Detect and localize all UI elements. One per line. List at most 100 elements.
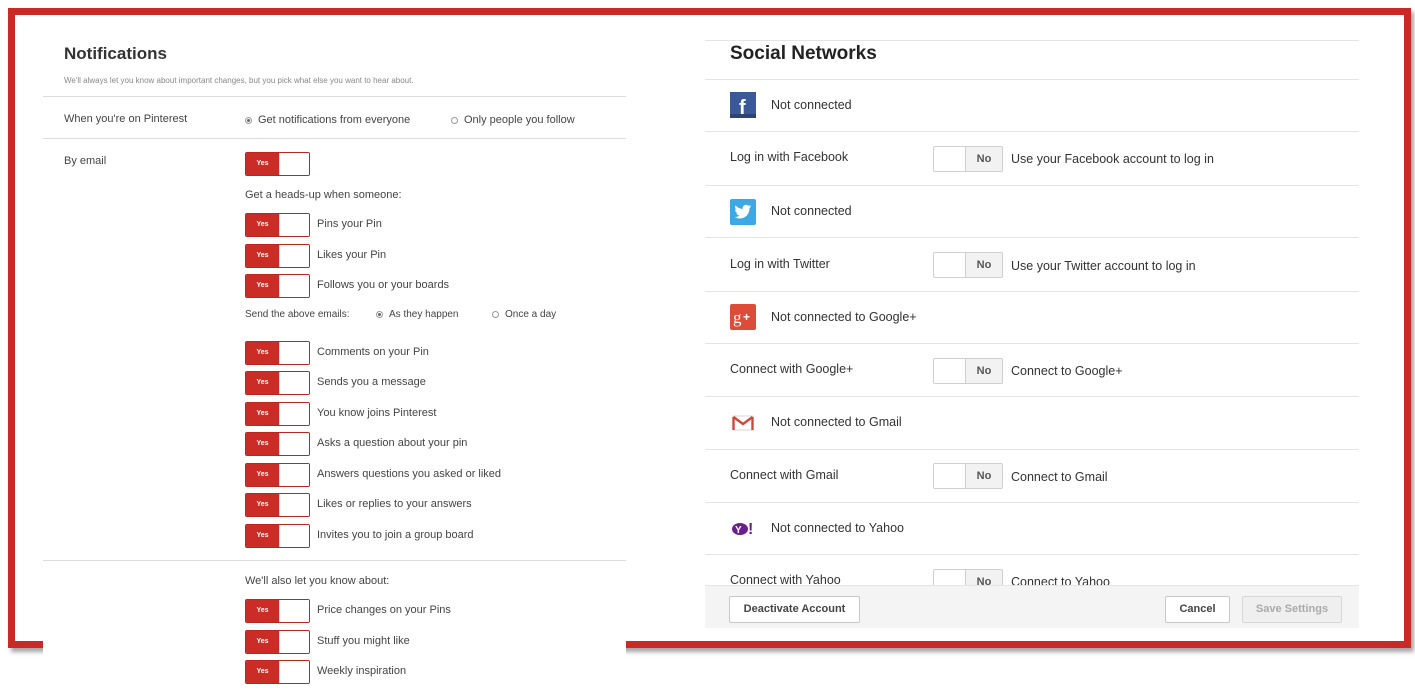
radio-people-you-follow[interactable]: Only people you follow — [451, 114, 575, 126]
divider — [705, 237, 1359, 238]
gmail-connect-toggle[interactable]: No — [933, 463, 1003, 489]
settings-footer: Deactivate Account Cancel Save Settings — [705, 585, 1359, 628]
deactivate-account-button[interactable]: Deactivate Account — [729, 596, 860, 623]
toggle-knob — [279, 600, 309, 622]
divider — [705, 40, 1359, 41]
toggle-knob — [934, 147, 966, 171]
svg-text:Y: Y — [735, 525, 742, 536]
svg-text:g: g — [733, 308, 742, 327]
toggle-yes-label: Yes — [246, 245, 279, 267]
radio-once-a-day[interactable]: Once a day — [492, 309, 556, 320]
option-label: Follows you or your boards — [317, 279, 450, 291]
twitter-status: Not connected — [771, 204, 852, 218]
toggle-knob — [279, 433, 309, 455]
divider — [705, 343, 1359, 344]
radio-selected-icon — [245, 116, 252, 124]
yahoo-icon: Y! — [730, 515, 756, 541]
divider — [705, 502, 1359, 503]
toggle-yes-label: Yes — [246, 464, 279, 486]
facebook-login-label: Log in with Facebook — [730, 150, 849, 164]
toggle-invites-group-board[interactable]: Yes — [245, 524, 310, 548]
toggle-asks-a-question[interactable]: Yes — [245, 432, 310, 456]
heads-up-heading: Get a heads-up when someone: — [245, 189, 402, 201]
by-email-toggle[interactable]: Yes — [245, 152, 310, 176]
radio-everyone[interactable]: Get notifications from everyone — [245, 114, 410, 126]
toggle-comments-on-your-pin[interactable]: Yes — [245, 341, 310, 365]
radio-unselected-icon — [451, 116, 458, 124]
toggle-knob — [279, 275, 309, 297]
radio-as-they-happen-label: As they happen — [389, 309, 459, 320]
toggle-weekly-inspiration[interactable]: Yes — [245, 660, 310, 684]
toggle-no-label: No — [976, 153, 992, 165]
toggle-yes-label: Yes — [246, 153, 279, 175]
cancel-button[interactable]: Cancel — [1165, 596, 1230, 623]
toggle-follows-you[interactable]: Yes — [245, 274, 310, 298]
divider — [705, 131, 1359, 132]
social-networks-panel: Social Networks f Not connected Log in w… — [705, 40, 1359, 628]
google-plus-status: Not connected to Google+ — [771, 310, 917, 324]
option-label: Invites you to join a group board — [317, 529, 474, 541]
toggle-stuff-you-might-like[interactable]: Yes — [245, 630, 310, 654]
twitter-icon — [730, 199, 756, 225]
toggle-yes-label: Yes — [246, 214, 279, 236]
option-label: Pins your Pin — [317, 218, 382, 230]
save-settings-button[interactable]: Save Settings — [1242, 596, 1342, 623]
toggle-yes-label: Yes — [246, 600, 279, 622]
send-emails-label: Send the above emails: — [245, 309, 350, 320]
toggle-answers-questions[interactable]: Yes — [245, 463, 310, 487]
toggle-yes-label: Yes — [246, 403, 279, 425]
toggle-knob — [279, 153, 309, 175]
radio-selected-icon — [376, 311, 383, 318]
facebook-login-toggle[interactable]: No — [933, 146, 1003, 172]
gmail-status: Not connected to Gmail — [771, 415, 902, 429]
divider — [705, 291, 1359, 292]
option-label: Sends you a message — [317, 376, 426, 388]
toggle-pins-your-pin[interactable]: Yes — [245, 213, 310, 237]
notifications-subtitle: We'll always let you know about importan… — [64, 76, 414, 85]
toggle-knob — [279, 372, 309, 394]
option-label: Comments on your Pin — [317, 346, 429, 358]
toggle-knob — [934, 253, 966, 277]
google-plus-connect-label: Connect with Google+ — [730, 362, 854, 376]
by-email-label: By email — [64, 155, 107, 167]
toggle-yes-label: Yes — [246, 631, 279, 653]
facebook-icon: f — [730, 92, 756, 118]
divider — [705, 79, 1359, 80]
option-label: Answers questions you asked or liked — [317, 468, 502, 480]
toggle-knob — [279, 464, 309, 486]
radio-everyone-label: Get notifications from everyone — [258, 114, 411, 126]
toggle-you-know-joins[interactable]: Yes — [245, 402, 310, 426]
toggle-knob — [279, 661, 309, 683]
svg-text:+: + — [743, 310, 750, 324]
on-pinterest-label: When you're on Pinterest — [64, 113, 188, 125]
facebook-status: Not connected — [771, 98, 852, 112]
divider — [43, 138, 626, 139]
twitter-login-label: Log in with Twitter — [730, 257, 830, 271]
toggle-knob — [934, 359, 966, 383]
toggle-knob — [279, 214, 309, 236]
toggle-likes-or-replies[interactable]: Yes — [245, 493, 310, 517]
toggle-yes-label: Yes — [246, 494, 279, 516]
google-plus-connect-toggle[interactable]: No — [933, 358, 1003, 384]
option-label: You know joins Pinterest — [317, 407, 437, 419]
toggle-yes-label: Yes — [246, 372, 279, 394]
toggle-likes-your-pin[interactable]: Yes — [245, 244, 310, 268]
toggle-yes-label: Yes — [246, 661, 279, 683]
toggle-price-changes[interactable]: Yes — [245, 599, 310, 623]
toggle-knob — [279, 494, 309, 516]
twitter-login-toggle[interactable]: No — [933, 252, 1003, 278]
divider — [705, 396, 1359, 397]
toggle-yes-label: Yes — [246, 525, 279, 547]
facebook-login-desc: Use your Facebook account to log in — [1011, 152, 1214, 166]
google-plus-icon: g + — [730, 304, 756, 330]
radio-as-they-happen[interactable]: As they happen — [376, 309, 459, 320]
toggle-sends-you-a-message[interactable]: Yes — [245, 371, 310, 395]
option-label: Stuff you might like — [317, 635, 410, 647]
toggle-no-label: No — [976, 470, 992, 482]
radio-people-you-follow-label: Only people you follow — [464, 114, 575, 126]
option-label: Weekly inspiration — [317, 665, 407, 677]
option-label: Asks a question about your pin — [317, 437, 468, 449]
option-label: Price changes on your Pins — [317, 604, 451, 616]
divider — [705, 185, 1359, 186]
toggle-yes-label: Yes — [246, 433, 279, 455]
